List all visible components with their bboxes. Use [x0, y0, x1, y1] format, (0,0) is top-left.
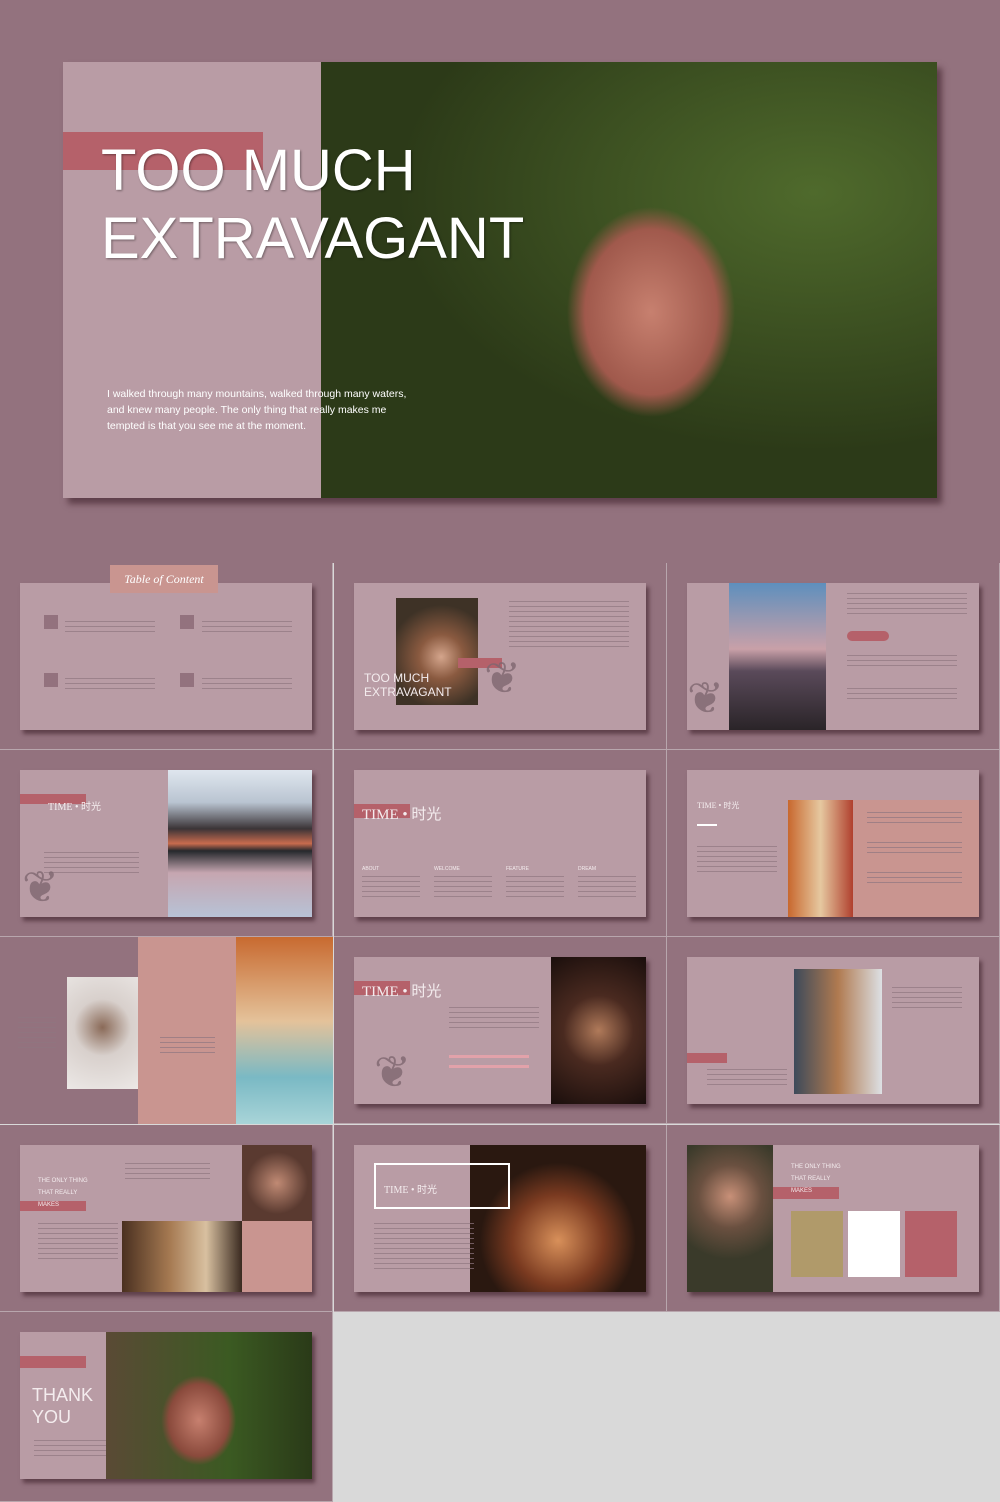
card-gold [791, 1211, 843, 1277]
col-dream: DREAM [578, 866, 597, 872]
slide-hat [687, 957, 979, 1104]
slide-portrait-cell[interactable] [0, 937, 333, 1124]
photo-woman-ferns [106, 1332, 312, 1479]
slide-lake-cell[interactable]: TIME • 时光 ❦ [0, 750, 333, 937]
slide-toc-cell[interactable]: Table of Content [0, 563, 333, 750]
toc-title: Table of Content [110, 565, 218, 593]
slide-bokeh: TIME • 时光 ❦ [354, 957, 646, 1104]
slide-thanks: THANK YOU [20, 1332, 312, 1479]
time-label: TIME • 时光 [48, 802, 101, 813]
bag-icon [180, 615, 194, 629]
slide-thanks-cell[interactable]: THANK YOU [0, 1312, 333, 1502]
col-about: ABOUT [362, 866, 380, 872]
photo-mountain-lake [168, 770, 312, 917]
slide-cover: ❦ TOO MUCH EXTRAVAGANT [354, 583, 646, 730]
card-white [848, 1211, 900, 1277]
more-button[interactable] [847, 631, 889, 641]
hero-body: I walked through many mountains, walked … [107, 388, 407, 432]
progress-bar-1 [449, 1055, 529, 1058]
slide-makes: THE ONLY THING THAT REALLY MAKES [20, 1145, 312, 1292]
slide-cards-cell[interactable]: THE ONLY THING THAT REALLY MAKES [667, 1125, 1000, 1312]
clock-icon [44, 673, 58, 687]
slide-cards: THE ONLY THING THAT REALLY MAKES [687, 1145, 979, 1292]
slide-mountain-cell[interactable]: ❦ [667, 563, 1000, 750]
slide-bokeh-cell[interactable]: TIME • 时光 ❦ [334, 937, 667, 1124]
slide-hat-cell[interactable] [667, 937, 1000, 1124]
photo-man-on-mountain [729, 583, 826, 730]
time-title: TIME • 时光 [362, 807, 442, 823]
photo-woman-bokeh [551, 957, 646, 1104]
user-icon [44, 615, 58, 629]
cover-title: TOO MUCH EXTRAVAGANT [364, 671, 452, 699]
col-welcome: WELCOME [434, 866, 460, 872]
photo-alley [236, 937, 333, 1124]
photo-handwritten-notes [122, 1221, 242, 1292]
slide-glow: TIME • 时光 [354, 1145, 646, 1292]
photo-woman-white [67, 977, 138, 1089]
hero-slide: TOO MUCH EXTRAVAGANT I walked through ma… [63, 62, 937, 498]
slide-mountain: ❦ [687, 583, 979, 730]
photo-woman-lying [242, 1145, 312, 1221]
hero-title-line2: EXTRAVAGANT [101, 206, 525, 271]
slide-lake: TIME • 时光 ❦ [20, 770, 312, 917]
col-feature: FEATURE [506, 866, 529, 872]
slide-time: TIME • 时光 ABOUT WELCOME FEATURE DREAM [354, 770, 646, 917]
slide-cover-cell[interactable]: ❦ TOO MUCH EXTRAVAGANT [334, 563, 667, 750]
makes-heading: THE ONLY THING THAT REALLY MAKES [38, 1178, 88, 1208]
slide-time-cell[interactable]: TIME • 时光 ABOUT WELCOME FEATURE DREAM [334, 750, 667, 937]
slide-alley: TIME • 时光 [687, 770, 979, 917]
slide-toc [20, 583, 312, 730]
hero-slide-area: TOO MUCH EXTRAVAGANT I walked through ma… [0, 0, 1000, 563]
slide-alley-cell[interactable]: TIME • 时光 [667, 750, 1000, 937]
slide-makes-cell[interactable]: THE ONLY THING THAT REALLY MAKES [0, 1125, 333, 1312]
progress-bar-2 [449, 1065, 529, 1068]
photo-woman-floral [687, 1145, 773, 1292]
photo-woman-hat [794, 969, 882, 1094]
chat-icon [180, 673, 194, 687]
hero-title-line1: TOO MUCH [101, 138, 416, 203]
hero-title: TOO MUCH EXTRAVAGANT [101, 137, 524, 273]
cards-heading: THE ONLY THING THAT REALLY MAKES [791, 1164, 841, 1194]
slide-portrait [0, 937, 333, 1124]
photo-alley-dancer [788, 800, 853, 917]
slide-glow-cell[interactable]: TIME • 时光 [334, 1125, 667, 1312]
card-red [905, 1211, 957, 1277]
thanks-title: THANK YOU [32, 1385, 94, 1427]
